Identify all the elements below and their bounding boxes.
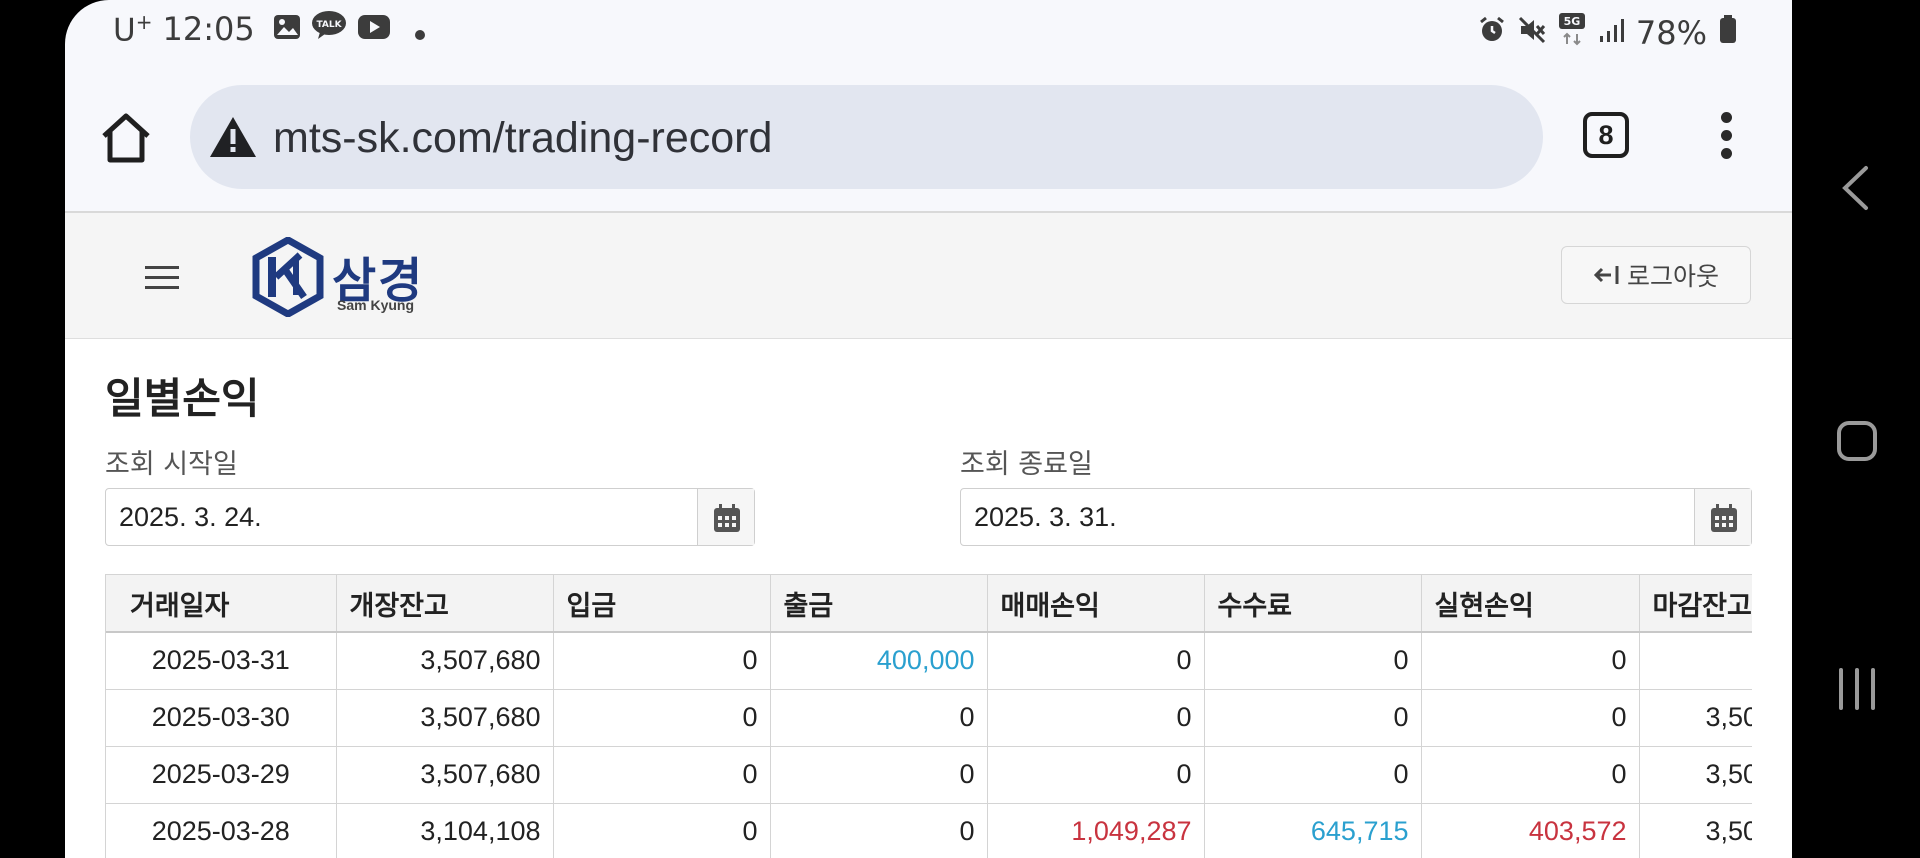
cell-opening-balance: 3,507,680: [336, 746, 554, 804]
end-date-input[interactable]: 2025. 3. 31.: [960, 488, 1752, 546]
phone-screen: U+ 12:05 TALK 5G 78% mts-sk.com/trading-…: [65, 0, 1792, 858]
youtube-icon: [357, 10, 391, 48]
col-header-opening-balance[interactable]: 개장잔고: [336, 575, 554, 633]
cell-deposit: 0: [553, 803, 771, 858]
cell-opening-balance: 3,104,108: [336, 803, 554, 858]
clock-time: 12:05: [162, 10, 255, 49]
logout-label: 로그아웃: [1626, 262, 1719, 291]
cell-withdrawal: 0: [770, 803, 988, 858]
cell-realized-pnl: 0: [1421, 689, 1640, 747]
start-date-calendar-button[interactable]: [697, 489, 754, 545]
table-row[interactable]: 2025-03-29 3,507,680 0 0 0 0 0 3,50: [106, 746, 1752, 804]
col-header-withdrawal[interactable]: 출금: [770, 575, 988, 633]
back-nav-icon[interactable]: [1840, 165, 1870, 215]
carrier-label: U+: [113, 10, 153, 49]
url-bar[interactable]: mts-sk.com/trading-record: [190, 85, 1543, 189]
svg-text:5G: 5G: [1564, 15, 1581, 28]
cell-trading-pnl: 0: [987, 689, 1205, 747]
kakaotalk-icon: TALK: [311, 10, 347, 48]
svg-text:TALK: TALK: [316, 20, 342, 30]
more-options-icon[interactable]: [1719, 112, 1733, 160]
cell-date: 2025-03-30: [106, 689, 337, 747]
url-text[interactable]: mts-sk.com/trading-record: [273, 114, 772, 163]
table-row[interactable]: 2025-03-31 3,507,680 0 400,000 0 0 0: [106, 632, 1752, 690]
cell-deposit: 0: [553, 632, 771, 690]
cell-trading-pnl: 1,049,287: [987, 803, 1205, 858]
battery-percent: 78%: [1635, 14, 1707, 52]
logo-english-text: Sam Kyung: [337, 297, 415, 313]
cell-deposit: 0: [553, 746, 771, 804]
col-header-trading-pnl[interactable]: 매매손익: [987, 575, 1205, 633]
samkyung-logo[interactable]: 삼경 Sam Kyung: [252, 237, 437, 317]
table-header-row: 거래일자 개장잔고 입금 출금 매매손익 수수료 실현손익 마감잔고: [106, 575, 1752, 633]
cell-opening-balance: 3,507,680: [336, 632, 554, 690]
status-bar: U+ 12:05 TALK 5G 78%: [65, 0, 1792, 62]
cell-withdrawal: 0: [770, 689, 988, 747]
alarm-icon: [1478, 14, 1506, 52]
gallery-icon: [273, 10, 301, 48]
signal-icon: [1598, 14, 1624, 52]
col-header-closing-balance[interactable]: 마감잔고: [1639, 575, 1752, 633]
cell-closing-balance: 3,50: [1639, 803, 1752, 858]
web-page: 삼경 Sam Kyung 로그아웃 일별손익 조회 시작일 2025. 3. 2…: [65, 211, 1792, 858]
cell-closing-balance: 3,50: [1639, 746, 1752, 804]
col-header-realized-pnl[interactable]: 실현손익: [1421, 575, 1640, 633]
end-date-value[interactable]: 2025. 3. 31.: [974, 502, 1117, 533]
logout-icon: [1593, 266, 1619, 284]
col-header-fee[interactable]: 수수료: [1204, 575, 1422, 633]
cell-fee: 0: [1204, 689, 1422, 747]
start-date-label: 조회 시작일: [105, 449, 238, 480]
calendar-icon: [714, 504, 740, 532]
mute-icon: [1518, 14, 1546, 52]
cell-realized-pnl: 403,572: [1421, 803, 1640, 858]
cell-withdrawal: 0: [770, 746, 988, 804]
home-icon[interactable]: [98, 110, 158, 170]
not-secure-warning-icon[interactable]: [208, 115, 258, 159]
end-date-calendar-button[interactable]: [1694, 489, 1751, 545]
cell-fee: 0: [1204, 632, 1422, 690]
cell-date: 2025-03-29: [106, 746, 337, 804]
cell-date: 2025-03-31: [106, 632, 337, 690]
cell-deposit: 0: [553, 689, 771, 747]
cell-realized-pnl: 0: [1421, 632, 1640, 690]
recent-apps-nav-icon[interactable]: [1836, 667, 1878, 715]
cell-fee: 645,715: [1204, 803, 1422, 858]
network-5g-icon: 5G: [1558, 12, 1586, 54]
cell-closing-balance: [1639, 632, 1752, 690]
cell-trading-pnl: 0: [987, 632, 1205, 690]
cell-withdrawal: 400,000: [770, 632, 988, 690]
col-header-deposit[interactable]: 입금: [553, 575, 771, 633]
hamburger-menu-icon[interactable]: [145, 266, 179, 290]
daily-pnl-table[interactable]: 거래일자 개장잔고 입금 출금 매매손익 수수료 실현손익 마감잔고 2025-…: [105, 574, 1752, 858]
cell-fee: 0: [1204, 746, 1422, 804]
cell-realized-pnl: 0: [1421, 746, 1640, 804]
cell-trading-pnl: 0: [987, 746, 1205, 804]
site-header: 삼경 Sam Kyung 로그아웃: [65, 213, 1792, 339]
home-nav-icon[interactable]: [1836, 420, 1878, 466]
cell-date: 2025-03-28: [106, 803, 337, 858]
col-header-date[interactable]: 거래일자: [106, 575, 337, 633]
tab-switcher-button[interactable]: 8: [1583, 112, 1629, 158]
table-row[interactable]: 2025-03-28 3,104,108 0 0 1,049,287 645,7…: [106, 803, 1752, 858]
page-title: 일별손익: [105, 374, 260, 423]
calendar-icon: [1711, 504, 1737, 532]
notification-dot-icon: [414, 10, 425, 48]
start-date-input[interactable]: 2025. 3. 24.: [105, 488, 755, 546]
start-date-value[interactable]: 2025. 3. 24.: [119, 502, 262, 533]
browser-toolbar: mts-sk.com/trading-record 8: [65, 70, 1792, 200]
logout-button[interactable]: 로그아웃: [1561, 246, 1751, 304]
logo-mark-icon: [252, 237, 324, 317]
table-row[interactable]: 2025-03-30 3,507,680 0 0 0 0 0 3,50: [106, 689, 1752, 747]
end-date-label: 조회 종료일: [960, 449, 1093, 480]
battery-icon: [1719, 14, 1737, 52]
cell-opening-balance: 3,507,680: [336, 689, 554, 747]
cell-closing-balance: 3,50: [1639, 689, 1752, 747]
